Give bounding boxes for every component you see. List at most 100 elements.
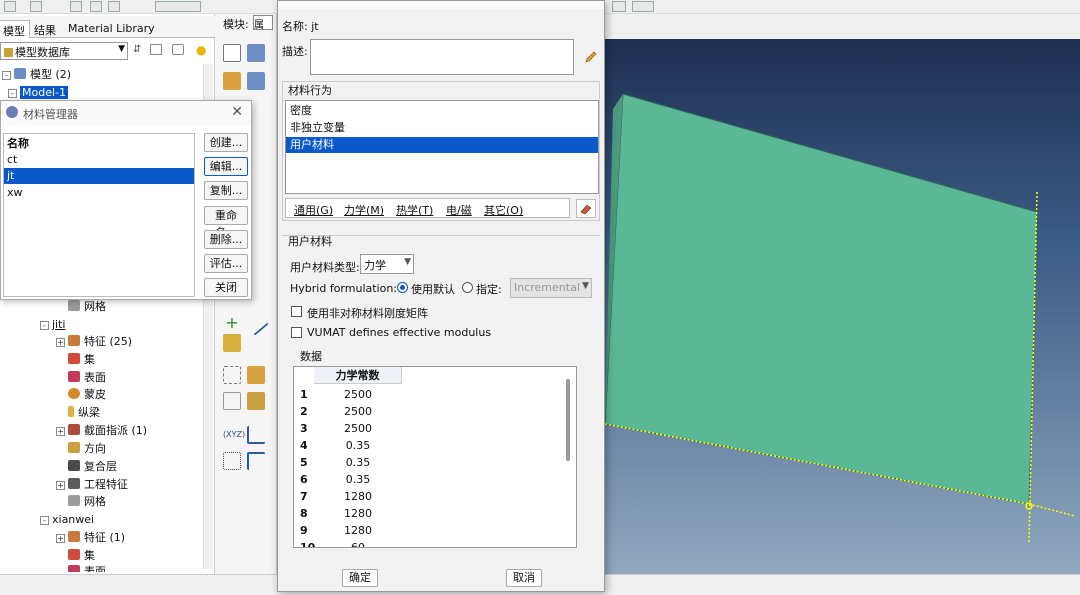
pencil-icon[interactable] [583, 49, 599, 65]
table-row[interactable]: 5 0.35 [294, 454, 404, 471]
table-row[interactable]: 2 2500 [294, 403, 404, 420]
datum-axis-icon[interactable] [247, 426, 265, 444]
behavior-item-user-material[interactable]: 用户材料 [286, 137, 598, 153]
edit-button[interactable]: 编辑... [204, 157, 248, 176]
collapse-toggle-icon[interactable]: - [40, 321, 49, 330]
tab-model[interactable]: 模型 [0, 20, 30, 38]
database-select[interactable]: 模型数据库 ▼ [0, 42, 128, 60]
tree-item-surfaces-2[interactable]: 表面 [68, 564, 106, 572]
material-item-ct[interactable]: ct [4, 152, 194, 168]
table-row[interactable]: 8 1280 [294, 505, 404, 522]
section-manager-tool-icon[interactable] [247, 72, 265, 90]
copy-button[interactable]: 复制... [204, 181, 248, 200]
ok-button[interactable]: 确定 [342, 569, 378, 587]
tree-item-surfaces[interactable]: 表面 [68, 370, 106, 386]
cancel-button[interactable]: 取消 [506, 569, 542, 587]
create-material-tool-icon[interactable] [223, 44, 241, 62]
layup-tool-icon[interactable] [247, 392, 265, 410]
graphics-viewport[interactable] [605, 14, 1080, 574]
view-icon[interactable] [4, 1, 16, 12]
filter-icon[interactable] [172, 44, 184, 55]
table-row[interactable]: 4 0.35 [294, 437, 404, 454]
grid-icon[interactable] [612, 1, 626, 12]
part-sheet-graphic[interactable] [605, 14, 1080, 574]
behavior-item-density[interactable]: 密度 [286, 103, 598, 119]
tree-item-part-jiti[interactable]: - jiti [40, 317, 65, 333]
material-behaviors-list[interactable]: 密度 非独立变量 用户材料 [285, 100, 599, 194]
rename-button[interactable]: 重命名... [204, 206, 248, 239]
assign-orientation-tool-icon[interactable] [223, 392, 241, 410]
close-icon[interactable]: ✕ [231, 104, 243, 120]
vumat-effective-modulus-checkbox[interactable] [291, 327, 302, 338]
tree-item-features-2[interactable]: + 特征 (1) [56, 530, 125, 546]
menu-other[interactable]: 其它(O) [484, 202, 523, 218]
expand-toggle-icon[interactable]: + [56, 338, 65, 347]
menu-electrical-magnetic[interactable]: 电/磁 [446, 202, 472, 218]
zoom-icon[interactable] [70, 1, 82, 12]
hybrid-default-radio[interactable] [397, 282, 408, 293]
assign-section-tool-icon[interactable] [223, 334, 241, 352]
expand-toggle-icon[interactable]: + [56, 427, 65, 436]
material-manager-tool-icon[interactable] [247, 44, 265, 62]
orientation-tool-icon[interactable] [247, 366, 265, 384]
tree-item-model-1[interactable]: - Model-1 [8, 85, 68, 101]
delete-button[interactable]: 删除... [204, 230, 248, 249]
create-section-tool-icon[interactable] [223, 72, 241, 90]
user-material-type-select[interactable]: 力学 ▼ [360, 254, 414, 274]
table-row[interactable]: 1 2500 [294, 386, 404, 403]
collapse-icon[interactable] [150, 44, 162, 55]
description-input[interactable] [310, 39, 574, 75]
menu-general[interactable]: 通用(G) [294, 202, 333, 218]
tree-item-stringers[interactable]: 纵梁 [68, 405, 100, 421]
datum-point-icon[interactable] [223, 452, 241, 470]
collapse-toggle-icon[interactable]: - [8, 89, 17, 98]
tree-item-sets-2[interactable]: 集 [68, 548, 95, 564]
tree-item-part-xianwei[interactable]: - xianwei [40, 512, 94, 528]
tree-item-mesh-2[interactable]: 网格 [68, 494, 106, 510]
menu-thermal[interactable]: 热学(T) [396, 202, 433, 218]
sort-icon[interactable]: ⇵ [133, 44, 141, 55]
hybrid-specify-select[interactable]: Incremental ▼ [510, 278, 592, 298]
tree-item-mesh[interactable]: 网格 [68, 299, 106, 315]
collapse-toggle-icon[interactable]: - [2, 71, 11, 80]
tree-item-sets[interactable]: 集 [68, 352, 95, 368]
create-button[interactable]: 创建... [204, 133, 248, 152]
dots-icon[interactable] [632, 1, 654, 12]
material-list[interactable]: 名称 ct jt xw [3, 133, 195, 297]
module-select[interactable]: 属 [253, 15, 273, 30]
datum-plane-icon[interactable] [247, 452, 265, 470]
tree-item-orientations[interactable]: 方向 [68, 441, 106, 457]
expand-toggle-icon[interactable]: + [56, 481, 65, 490]
table-row[interactable]: 7 1280 [294, 488, 404, 505]
hybrid-specify-radio[interactable] [462, 282, 473, 293]
tab-material-library[interactable]: Material Library [64, 20, 159, 38]
behavior-item-depvar[interactable]: 非独立变量 [286, 120, 598, 136]
tree-item-skins[interactable]: 蒙皮 [68, 387, 106, 403]
table-row[interactable]: 6 0.35 [294, 471, 404, 488]
menu-mechanical[interactable]: 力学(M) [344, 202, 384, 218]
cycle-icon[interactable] [108, 1, 120, 12]
rotate-icon[interactable] [30, 1, 42, 12]
collapse-toggle-icon[interactable]: - [40, 516, 49, 525]
tab-results[interactable]: 结果 [30, 20, 60, 38]
material-item-xw[interactable]: xw [4, 185, 194, 201]
line-tool-icon[interactable] [243, 310, 269, 336]
table-row[interactable]: 10 60 [294, 539, 404, 547]
tree-item-composite-layups[interactable]: 复合层 [68, 459, 117, 475]
evaluate-button[interactable]: 评估... [204, 254, 248, 273]
render-style-icon[interactable] [155, 1, 201, 12]
close-button[interactable]: 关闭 [204, 278, 248, 297]
tree-item-models[interactable]: - 模型 (2) [2, 67, 71, 83]
table-row[interactable]: 9 1280 [294, 522, 404, 539]
data-table[interactable]: 力学常数 1 2500 2 2500 3 2500 4 0.35 5 0.35 6 0.35… [293, 366, 577, 548]
unsymmetric-stiffness-checkbox[interactable] [291, 306, 302, 317]
tree-item-section-assignments[interactable]: + 截面指派 (1) [56, 423, 147, 439]
lightbulb-icon[interactable]: ● [196, 43, 206, 57]
tree-item-engineering-features[interactable]: + 工程特征 [56, 477, 128, 493]
delete-behavior-button[interactable] [576, 199, 596, 218]
table-row[interactable]: 3 2500 [294, 420, 404, 437]
material-item-jt[interactable]: jt [4, 168, 194, 184]
expand-toggle-icon[interactable]: + [56, 534, 65, 543]
xyz-csys-icon[interactable]: (XYZ) [223, 426, 245, 444]
tree-item-features[interactable]: + 特征 (25) [56, 334, 132, 350]
